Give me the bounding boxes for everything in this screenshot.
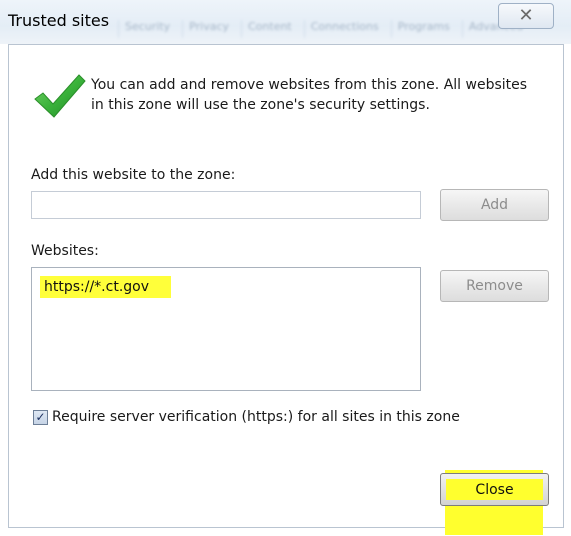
remove-button[interactable]: Remove — [440, 270, 549, 302]
add-website-input[interactable] — [31, 191, 421, 219]
info-line: in this zone will use the zone's securit… — [91, 97, 430, 113]
list-item[interactable]: https://*.ct.gov — [40, 276, 172, 298]
require-verification-checkbox[interactable]: ✓ — [33, 409, 48, 425]
background-tab: Privacy — [182, 20, 235, 38]
background-tab: Connections — [303, 20, 385, 38]
background-tab: Programs — [390, 20, 456, 38]
window-close-button[interactable]: ✕ — [498, 3, 554, 29]
window-title: Trusted sites — [8, 11, 110, 30]
info-line: You can add and remove websites from thi… — [91, 77, 528, 93]
background-tab: Content — [241, 20, 298, 38]
require-verification-option[interactable]: ✓ Require server verification (https:) f… — [33, 409, 460, 425]
close-button-label: Close — [446, 479, 543, 500]
websites-label: Websites: — [31, 243, 99, 259]
trusted-sites-dialog: Security Privacy Content Connections Pro… — [0, 0, 571, 536]
checkmark-icon — [34, 74, 86, 118]
websites-list[interactable]: https://*.ct.gov — [31, 267, 421, 391]
add-button[interactable]: Add — [440, 189, 549, 221]
require-verification-label: Require server verification (https:) for… — [52, 409, 460, 425]
close-icon: ✕ — [518, 5, 534, 26]
title-bar[interactable]: Security Privacy Content Connections Pro… — [0, 0, 571, 44]
add-website-label: Add this website to the zone: — [31, 167, 236, 183]
dialog-body: You can add and remove websites from thi… — [8, 44, 564, 535]
zone-info-text: You can add and remove websites from thi… — [91, 75, 561, 115]
background-tabs: Security Privacy Content Connections Pro… — [118, 20, 558, 38]
close-button[interactable]: Close — [440, 473, 549, 506]
background-tab: Security — [118, 20, 176, 38]
